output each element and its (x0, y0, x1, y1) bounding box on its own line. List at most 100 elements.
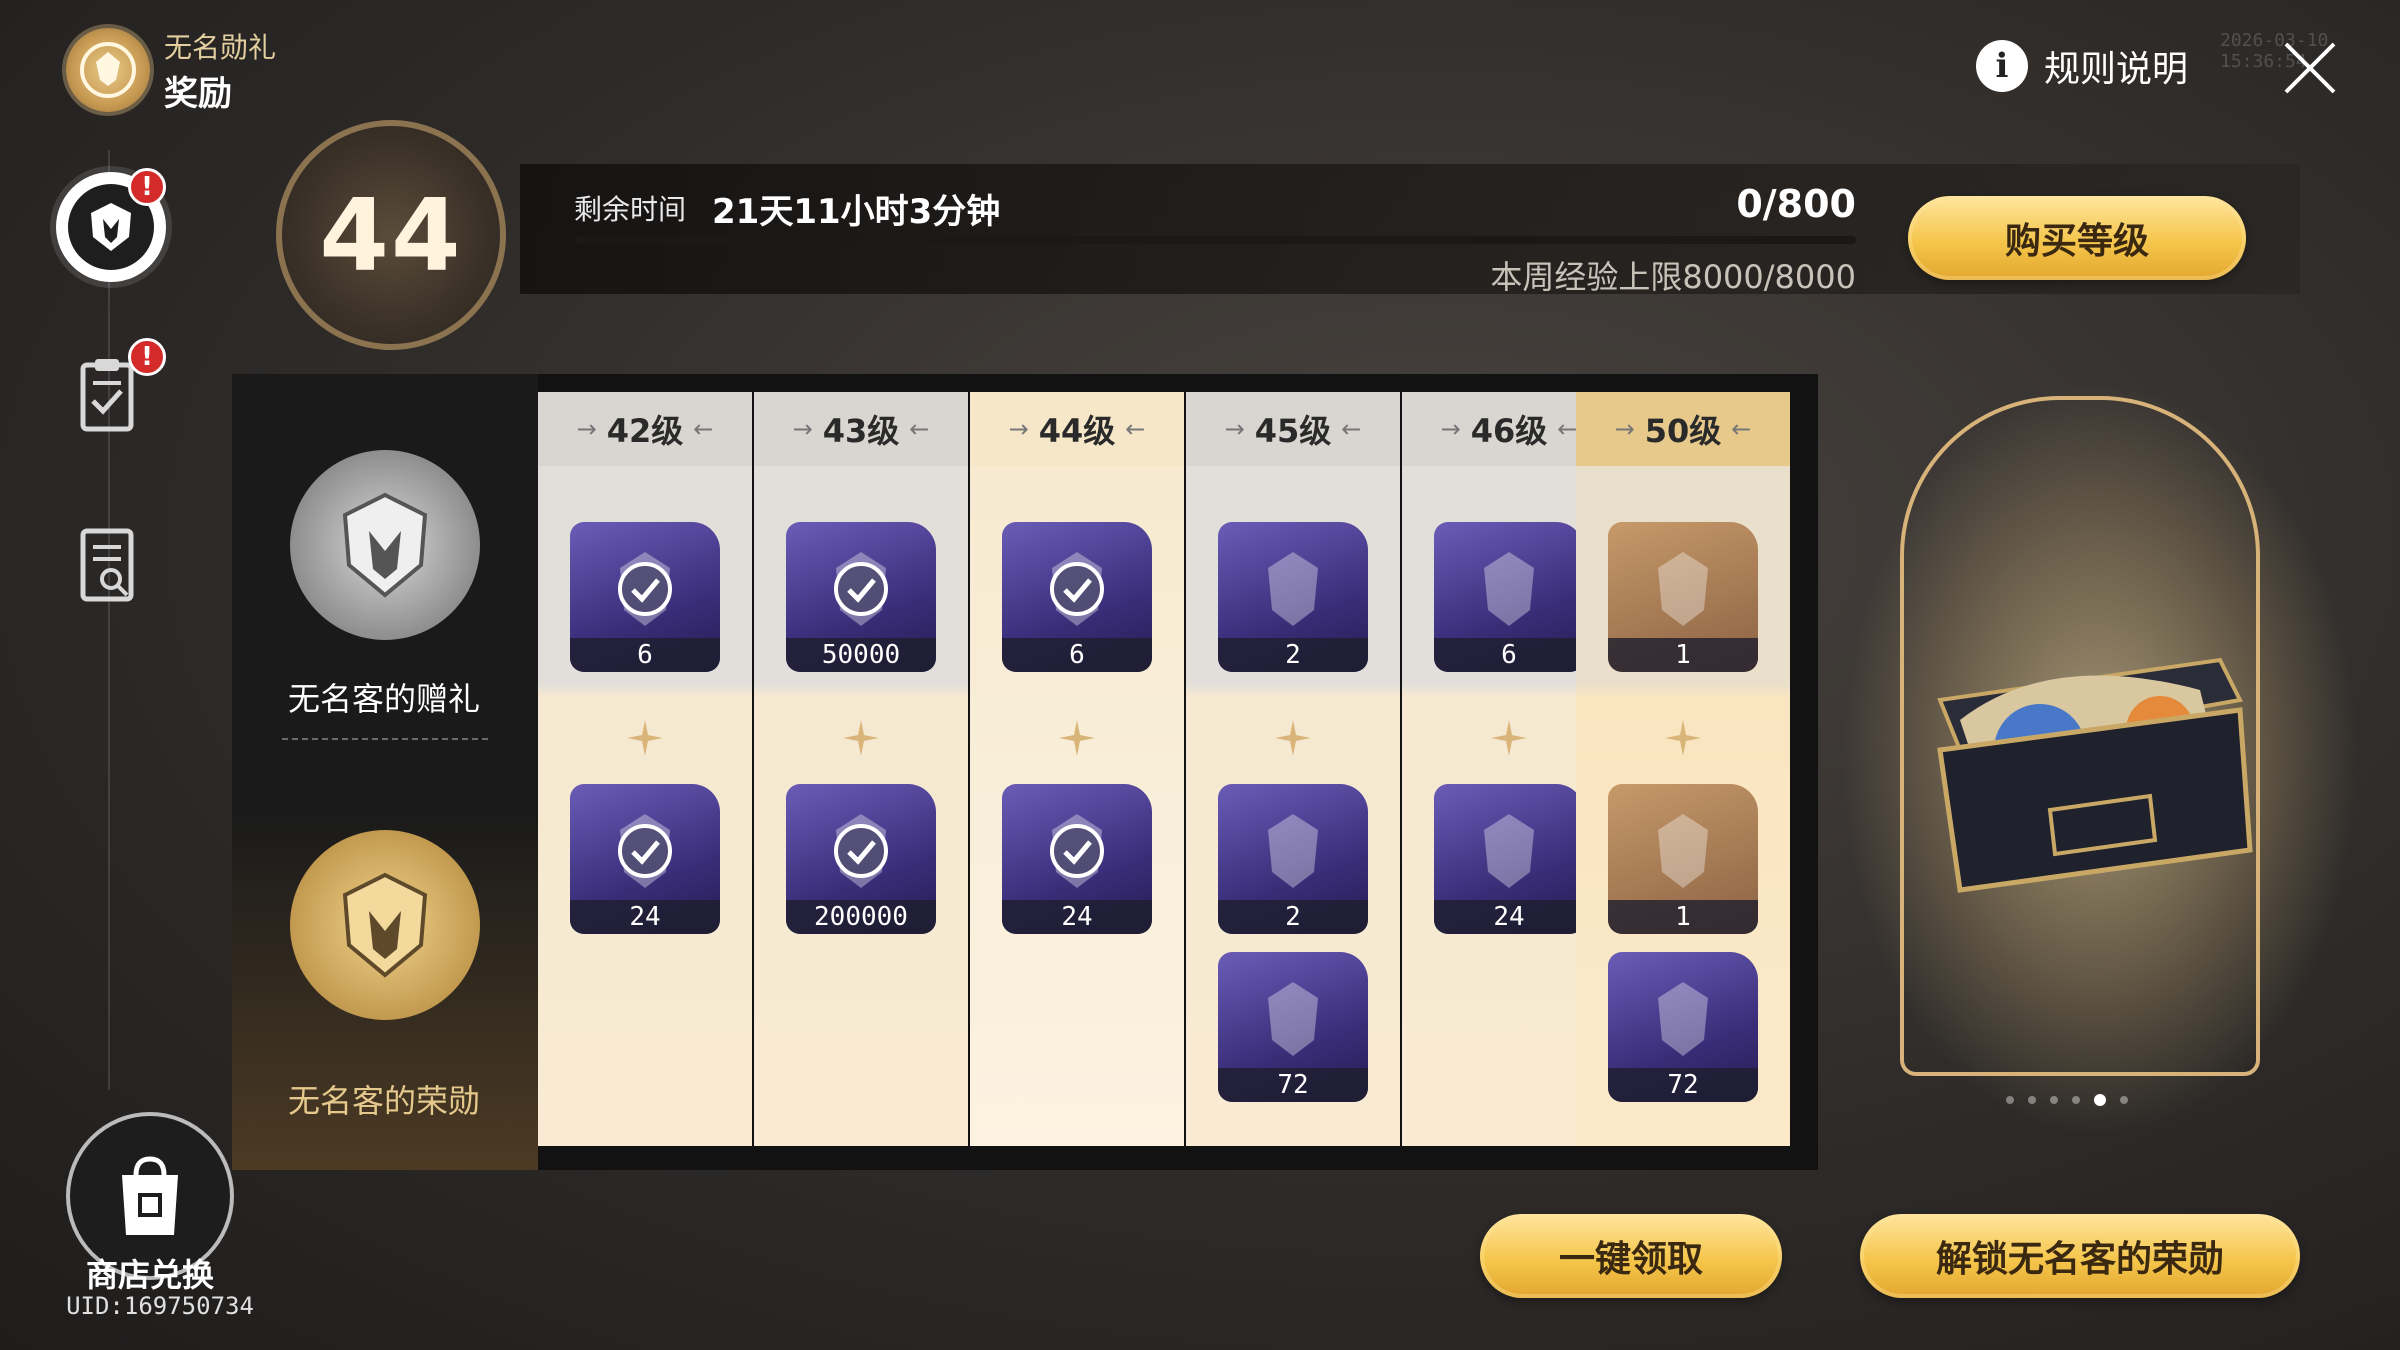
free-reward-item[interactable]: 2 (1218, 522, 1368, 672)
paid-reward-item[interactable]: 24 (1434, 784, 1584, 934)
level-label: 44级 (1038, 412, 1116, 450)
sparkle-icon (1665, 720, 1701, 756)
time-remaining-value: 21天11小时3分钟 (712, 192, 1001, 232)
sparkle-icon (1491, 720, 1527, 756)
carousel-indicator[interactable] (2006, 1094, 2128, 1106)
exp-counter: 0/800 (1736, 182, 1856, 226)
page-title: 奖励 (164, 74, 232, 114)
level-header: → 45级 ← (1186, 392, 1400, 466)
user-id: UID:169750734 (66, 1292, 254, 1320)
claim-all-button[interactable]: 一键领取 (1480, 1214, 1782, 1298)
sparkle-icon (1059, 720, 1095, 756)
reward-quantity: 72 (1218, 1068, 1368, 1102)
claimed-check-icon (834, 562, 888, 616)
arrow-icon: ← (1557, 415, 1578, 443)
level-column: → 44级 ← (970, 392, 1184, 1146)
reward-item-icon (1268, 552, 1318, 626)
time-remaining-label: 剩余时间 (574, 193, 687, 226)
carousel-dot[interactable] (2072, 1096, 2080, 1104)
arrow-icon: → (1224, 415, 1245, 443)
reward-quantity: 1 (1608, 900, 1758, 934)
shopping-bag-icon (122, 1156, 178, 1235)
reward-item-icon (1268, 814, 1318, 888)
level-label: 50级 (1644, 412, 1722, 450)
exp-progress-bar (574, 236, 1856, 244)
level-column: → 43级 ← (754, 392, 968, 1146)
paid-reward-item[interactable]: 24 (1002, 784, 1152, 934)
emblem-icon (80, 42, 136, 98)
buy-level-button[interactable]: 购买等级 (1908, 196, 2246, 280)
reward-quantity: 6 (1434, 638, 1584, 672)
level-label: 42级 (606, 412, 684, 450)
info-icon: i (1976, 40, 2028, 92)
level-label: 43级 (822, 412, 900, 450)
treasure-chest-icon (1937, 657, 2253, 893)
level-column: → 42级 ← (538, 392, 752, 1146)
reward-chest-preview[interactable] (1900, 580, 2270, 900)
paid-tier-emblem (290, 830, 480, 1020)
free-reward-item[interactable]: 6 (1002, 522, 1152, 672)
paid-reward-item[interactable]: 2 (1218, 784, 1368, 934)
arrow-icon: → (1008, 415, 1029, 443)
level-header: → 50级 ← (1576, 392, 1790, 466)
sparkle-icon (1275, 720, 1311, 756)
sparkle-icon (627, 720, 663, 756)
carousel-dot[interactable] (2120, 1096, 2128, 1104)
close-button[interactable] (2280, 38, 2340, 98)
level-label: 46级 (1470, 412, 1548, 450)
rewards-alert-badge: ! (128, 168, 166, 206)
reward-item-icon (1658, 814, 1708, 888)
sparkle-icon (843, 720, 879, 756)
free-reward-item[interactable]: 50000 (786, 522, 936, 672)
reward-item-icon (1484, 552, 1534, 626)
reward-quantity: 6 (1002, 638, 1152, 672)
paid-reward-item[interactable]: 72 (1608, 952, 1758, 1102)
arrow-icon: ← (1731, 415, 1752, 443)
sidebar-item-records[interactable] (52, 510, 162, 620)
weekly-exp-limit: 本周经验上限8000/8000 (1490, 258, 1856, 296)
arrow-icon: ← (1341, 415, 1362, 443)
level-header: → 43级 ← (754, 392, 968, 466)
level-header: → 42级 ← (538, 392, 752, 466)
document-search-icon (80, 528, 134, 602)
paid-reward-item[interactable]: 200000 (786, 784, 936, 934)
paid-reward-item[interactable]: 1 (1608, 784, 1758, 934)
arrow-icon: → (1614, 415, 1635, 443)
missions-alert-badge: ! (128, 338, 166, 376)
claimed-check-icon (1050, 562, 1104, 616)
event-name: 无名勋礼 (164, 31, 277, 64)
reward-quantity: 24 (1002, 900, 1152, 934)
paid-tier-label: 无名客的荣勋 (287, 1082, 480, 1120)
close-icon (2284, 42, 2336, 94)
claimed-check-icon (618, 562, 672, 616)
level-header: → 44级 ← (970, 392, 1184, 466)
carousel-dot[interactable] (2028, 1096, 2036, 1104)
claimed-check-icon (834, 824, 888, 878)
free-reward-item[interactable]: 6 (570, 522, 720, 672)
arrow-icon: → (576, 415, 597, 443)
free-reward-item[interactable]: 1 (1608, 522, 1758, 672)
current-level: 44 (319, 176, 463, 294)
claimed-check-icon (1050, 824, 1104, 878)
sidebar-rail (108, 150, 110, 1090)
silver-crest-icon (342, 492, 428, 598)
reward-item-icon (1658, 552, 1708, 626)
nameless-honor-logo (66, 28, 150, 112)
reward-item-icon (1658, 982, 1708, 1056)
gold-crest-icon (342, 872, 428, 978)
rules-button[interactable]: i 规则说明 (1976, 40, 2188, 92)
arrow-icon: ← (693, 415, 714, 443)
carousel-dot[interactable] (2050, 1096, 2058, 1104)
unlock-honor-button[interactable]: 解锁无名客的荣勋 (1860, 1214, 2300, 1298)
reward-item-icon (1484, 814, 1534, 888)
level-label: 45级 (1254, 412, 1332, 450)
clipboard-check-icon (80, 359, 134, 432)
arrow-icon: ← (1125, 415, 1146, 443)
paid-reward-item[interactable]: 72 (1218, 952, 1368, 1102)
paid-reward-item[interactable]: 24 (570, 784, 720, 934)
carousel-dot[interactable] (2094, 1094, 2106, 1106)
carousel-dot[interactable] (2006, 1096, 2014, 1104)
free-reward-item[interactable]: 6 (1434, 522, 1584, 672)
badge-icon (91, 203, 131, 251)
reward-item-icon (1268, 982, 1318, 1056)
